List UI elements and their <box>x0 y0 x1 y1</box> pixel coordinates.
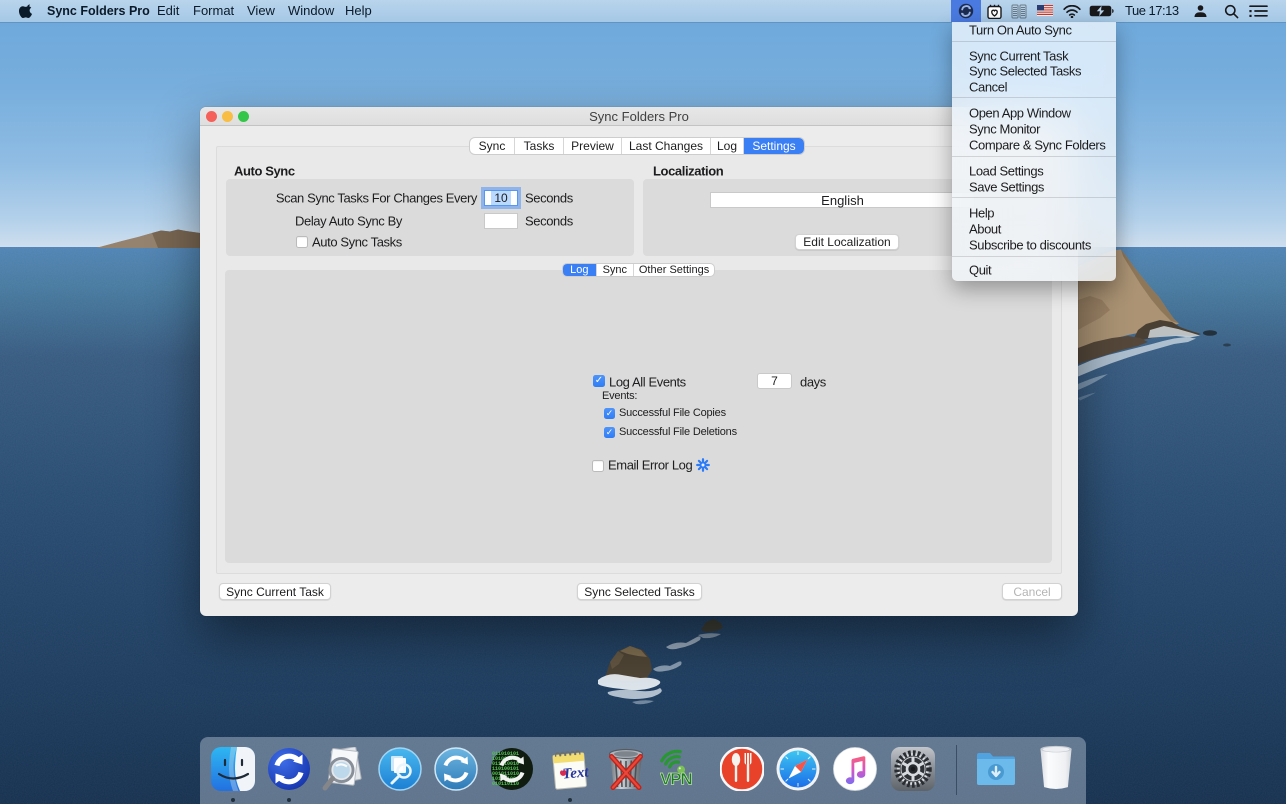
svg-text:Text: Text <box>562 764 590 782</box>
svg-text:VPN: VPN <box>660 770 692 789</box>
